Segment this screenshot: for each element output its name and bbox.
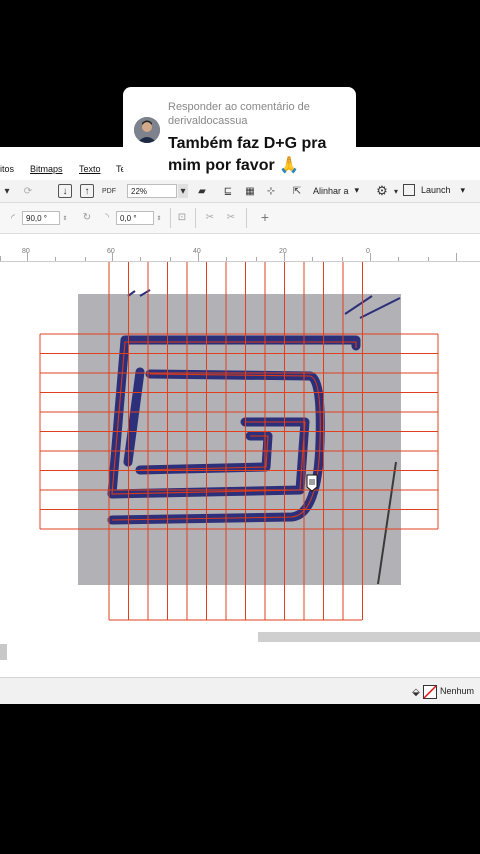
align-to-dropdown[interactable]: Alinhar a ▾: [313, 185, 359, 196]
no-fill-swatch-icon[interactable]: [423, 685, 437, 699]
quick-trim-icon[interactable]: ✂: [203, 210, 217, 224]
rulers-icon[interactable]: ⊑: [220, 184, 236, 198]
toolbar-separator: [246, 208, 247, 228]
ruler-label: 20: [279, 248, 287, 255]
ruler-label: 60: [107, 248, 115, 255]
rotate-icon[interactable]: ↻: [80, 210, 94, 224]
options-gear-icon[interactable]: ⚙: [373, 183, 391, 199]
guidelines-icon[interactable]: ⊹: [263, 184, 279, 198]
ruler-label: 40: [193, 248, 201, 255]
grid-icon[interactable]: ▦: [242, 184, 258, 198]
user-avatar-icon: [134, 117, 160, 143]
export-icon[interactable]: ↑: [80, 184, 94, 198]
start-angle-field[interactable]: 90,0 °: [22, 211, 60, 225]
tiktok-reply-comment: Responder ao comentário de derivaldocass…: [123, 87, 356, 177]
pen-cursor-icon: [306, 474, 318, 492]
end-angle-spinner[interactable]: ⇕: [155, 211, 163, 225]
chevron-down-icon: ▾: [354, 185, 360, 195]
menu-item-efeitos[interactable]: itos: [0, 164, 14, 174]
horizontal-scrollbar[interactable]: [258, 632, 480, 642]
canvas-artwork: [39, 262, 439, 621]
start-angle-icon: ◜: [11, 212, 15, 224]
standard-toolbar: ▾ ⟳ ↓ ↑ PDF 22% ▾ ▰ ⊑ ▦ ⊹ ⇱ Alinhar a ▾ ⚙…: [0, 180, 480, 203]
toolbar-separator: [170, 208, 171, 228]
reply-header: Responder ao comentário de derivaldocass…: [168, 101, 310, 127]
refresh-icon[interactable]: ⟳: [20, 184, 36, 198]
align-to-label: Alinhar a: [313, 185, 349, 196]
status-bar: ⬙ Nenhum: [0, 677, 480, 704]
end-angle-field[interactable]: 0,0 °: [116, 211, 154, 225]
property-bar: ◜ 90,0 ° ⇕ ↻ ◝ 0,0 ° ⇕ ⊡ ✂ ✂ +: [0, 203, 480, 234]
options-dropdown-icon[interactable]: ▾: [392, 183, 400, 199]
horizontal-ruler: 80 60 40 20 0: [0, 247, 480, 262]
launch-label: Launch: [421, 185, 451, 195]
menu-item-bitmaps[interactable]: Bitmaps: [30, 164, 63, 174]
chevron-down-icon: ▾: [460, 184, 466, 195]
start-angle-spinner[interactable]: ⇕: [61, 211, 69, 225]
wrap-text-icon[interactable]: ⊡: [175, 210, 189, 224]
zoom-dropdown-icon[interactable]: ▾: [178, 184, 188, 198]
zoom-level-field[interactable]: 22%: [127, 184, 177, 198]
launch-icon: [403, 184, 415, 196]
vertical-scrollbar[interactable]: [0, 644, 7, 660]
toolbar-separator: [195, 208, 196, 228]
launch-button[interactable]: Launch ▾: [403, 184, 465, 196]
import-icon[interactable]: ↓: [58, 184, 72, 198]
export-pdf-icon[interactable]: PDF: [101, 183, 117, 199]
ruler-label: 80: [22, 248, 30, 255]
full-screen-icon[interactable]: ▰: [195, 184, 209, 198]
coreldraw-window: itos Bitmaps Texto Te ▾ ⟳ ↓ ↑ PDF 22% ▾ …: [0, 147, 480, 704]
add-icon[interactable]: +: [257, 209, 273, 225]
fill-bucket-icon[interactable]: ⬙: [410, 686, 422, 698]
ruler-label: 0: [366, 248, 370, 255]
comment-text: Também faz D+G pra mim por favor 🙏: [168, 135, 327, 174]
drawing-canvas[interactable]: [0, 262, 480, 644]
menu-item-texto[interactable]: Texto: [79, 164, 101, 174]
redo-dropdown-icon[interactable]: ▾: [0, 184, 14, 198]
end-angle-icon: ◝: [105, 211, 109, 223]
weld-icon[interactable]: ✂: [224, 210, 238, 224]
avatar: [134, 117, 160, 143]
snap-to-icon[interactable]: ⇱: [289, 184, 305, 198]
fill-status-label: Nenhum: [439, 686, 474, 696]
